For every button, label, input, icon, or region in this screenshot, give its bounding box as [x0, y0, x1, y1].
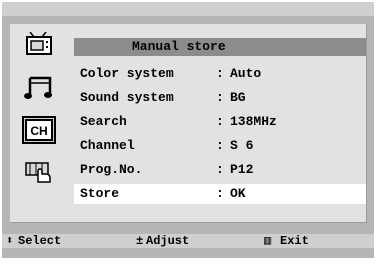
menu-row-colon: :	[216, 162, 224, 177]
menu-title: Manual store	[132, 39, 226, 54]
menu-row-sound-system[interactable]: Sound system : BG	[74, 88, 366, 108]
select-hint: Select	[18, 234, 62, 248]
picture-icon[interactable]	[22, 30, 56, 58]
plus-minus-icon: ±	[136, 234, 144, 248]
menu-exit-icon: ▥	[264, 234, 272, 248]
menu-row-label: Color system	[80, 66, 174, 81]
top-bar	[2, 2, 374, 16]
menu-row-label: Channel	[80, 138, 135, 153]
menu-row-search[interactable]: Search : 138MHz	[74, 112, 366, 132]
menu-row-colon: :	[216, 66, 224, 81]
menu-row-value: BG	[230, 90, 246, 105]
channel-icon[interactable]: CH	[22, 116, 56, 144]
menu-row-colon: :	[216, 114, 224, 129]
menu-row-label: Store	[80, 186, 120, 201]
channel-icon-label: CH	[30, 124, 47, 138]
menu-row-value: Auto	[230, 66, 262, 81]
menu-row-value: 138MHz	[230, 114, 277, 129]
menu-title-bar: Manual store	[74, 38, 366, 56]
menu-row-label: Sound system	[80, 90, 174, 105]
menu-row-value: S 6	[230, 138, 254, 153]
menu-row-store[interactable]: Store : OK	[74, 184, 366, 204]
help-bar: ⬍ Select ± Adjust ▥ Exit	[2, 234, 374, 248]
osd-panel: CH Manual store Color system : Auto Soun…	[10, 24, 366, 222]
menu-row-label: Prog.No.	[80, 162, 143, 177]
setup-icon[interactable]	[22, 158, 56, 186]
menu-row-prog-no[interactable]: Prog.No. : P12	[74, 160, 366, 180]
menu-row-channel[interactable]: Channel : S 6	[74, 136, 366, 156]
menu-row-value: P12	[230, 162, 254, 177]
menu-row-color-system[interactable]: Color system : Auto	[74, 64, 366, 84]
menu-sidebar: CH	[10, 24, 66, 222]
sound-icon[interactable]	[22, 74, 56, 102]
menu-row-value: OK	[230, 186, 246, 201]
menu-row-colon: :	[216, 138, 224, 153]
menu-row-label: Search	[80, 114, 127, 129]
menu-row-colon: :	[216, 90, 224, 105]
exit-hint: Exit	[280, 234, 309, 248]
tv-screen: CH Manual store Color system : Auto Soun…	[2, 2, 374, 258]
up-down-icon: ⬍	[6, 234, 14, 248]
menu-row-colon: :	[216, 186, 224, 201]
adjust-hint: Adjust	[146, 234, 190, 248]
